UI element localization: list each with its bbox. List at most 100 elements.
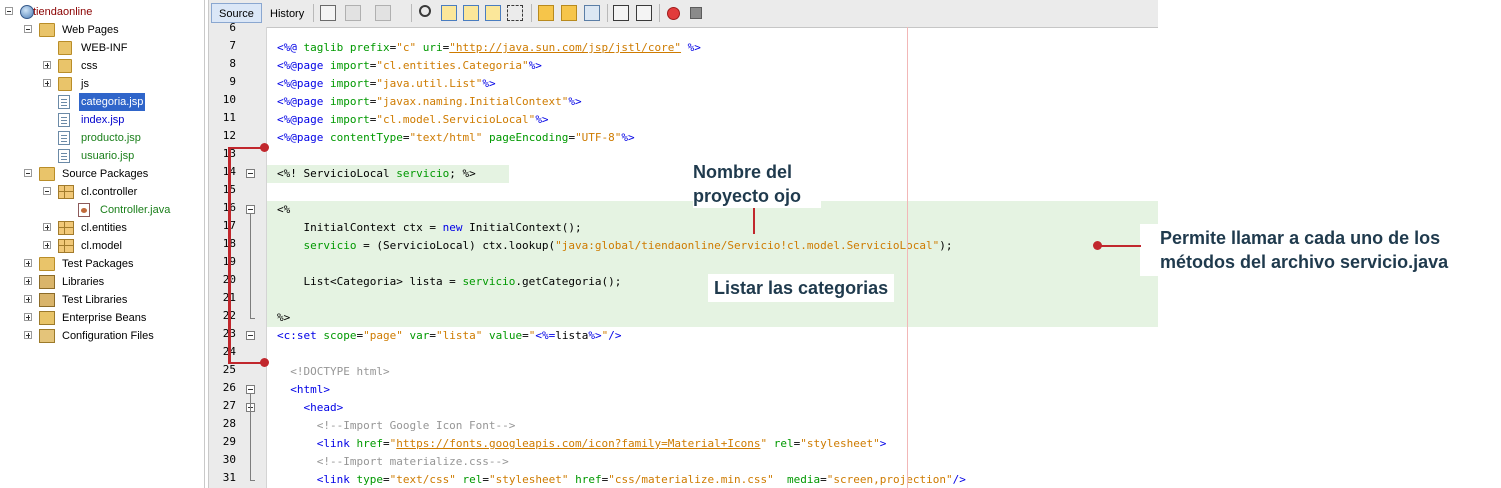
expand-toggle[interactable] — [43, 241, 51, 249]
code-token: "javax.naming.InitialContext" — [376, 95, 569, 108]
code-token: = — [522, 329, 529, 342]
tree-label: Enterprise Beans — [62, 312, 147, 324]
code-area[interactable]: <%@ taglib prefix = "c" uri = "http://java.s… — [267, 27, 1158, 488]
collapse-toggle[interactable] — [43, 187, 51, 195]
toggle-bookmark-icon[interactable] — [584, 5, 600, 21]
tree-node-package[interactable]: cl.model — [0, 237, 204, 255]
find-selection-icon[interactable] — [485, 5, 501, 21]
back-icon[interactable] — [345, 5, 361, 21]
code-token: /> — [952, 473, 966, 486]
tree-node-file[interactable]: index.jsp — [0, 111, 204, 129]
jsp-file-icon — [58, 113, 70, 127]
code-line[interactable]: <!--Import Google Icon Font--> — [277, 417, 516, 435]
code-line[interactable]: List<Categoria> lista = servicio.getCate… — [277, 273, 621, 291]
tree-node-enterprise-beans[interactable]: Enterprise Beans — [0, 309, 204, 327]
code-line[interactable]: <head> — [277, 399, 343, 417]
code-line[interactable]: <%! ServicioLocal servicio; %> — [277, 165, 476, 183]
tree-node-file[interactable]: usuario.jsp — [0, 147, 204, 165]
code-line[interactable]: <html> — [277, 381, 330, 399]
toolbar-separator — [659, 4, 660, 22]
tree-node-libraries[interactable]: Libraries — [0, 273, 204, 291]
expand-toggle[interactable] — [24, 295, 32, 303]
tab-source[interactable]: Source — [211, 3, 262, 23]
code-token: List<Categoria> lista = — [277, 275, 463, 288]
code-token: href — [356, 437, 383, 450]
toggle-highlight-icon[interactable] — [507, 5, 523, 21]
find-icon[interactable] — [419, 5, 431, 17]
collapse-toggle[interactable] — [24, 169, 32, 177]
last-edit-icon[interactable] — [320, 5, 336, 21]
code-token: contentType — [329, 131, 403, 144]
tree-node-file[interactable]: producto.jsp — [0, 129, 204, 147]
bracket-top-dot — [260, 143, 269, 152]
code-token: <link — [277, 473, 357, 486]
code-line[interactable]: <%@page import="cl.model.ServicioLocal"%… — [277, 111, 549, 129]
tree-label: Test Libraries — [62, 294, 128, 306]
line-number: 27 — [222, 399, 236, 412]
annotation-pointer — [1098, 245, 1141, 247]
next-bookmark-icon[interactable] — [561, 5, 577, 21]
expand-toggle[interactable] — [43, 79, 51, 87]
tree-label: index.jsp — [81, 114, 125, 126]
tree-node-css[interactable]: css — [0, 57, 204, 75]
collapse-toggle[interactable] — [24, 25, 32, 33]
library-icon — [39, 293, 55, 307]
find-next-icon[interactable] — [463, 5, 479, 21]
tree-label: producto.jsp — [81, 132, 141, 144]
forward-icon[interactable] — [375, 5, 391, 21]
previous-bookmark-icon[interactable] — [538, 5, 554, 21]
tree-node-file[interactable]: categoria.jsp — [0, 93, 204, 111]
annotation-list-categories: Listar las categorias — [708, 274, 895, 302]
code-line[interactable]: <%@page contentType="text/html" pageEnco… — [277, 129, 635, 147]
code-line[interactable]: <%@page import="cl.entities.Categoria"%> — [277, 57, 542, 75]
code-token: taglib — [303, 41, 350, 54]
code-line[interactable]: <% — [277, 201, 290, 219]
tree-node-configuration-files[interactable]: Configuration Files — [0, 327, 204, 345]
tree-node-file[interactable]: Controller.java — [0, 201, 204, 219]
shift-right-icon[interactable] — [636, 5, 652, 21]
record-macro-icon[interactable] — [667, 7, 680, 20]
tree-node-web-pages[interactable]: Web Pages — [0, 21, 204, 39]
code-token: <% — [277, 203, 291, 216]
code-line[interactable]: <!DOCTYPE html> — [277, 363, 389, 381]
expand-toggle[interactable] — [24, 277, 32, 285]
expand-toggle[interactable] — [24, 313, 32, 321]
shift-left-icon[interactable] — [613, 5, 629, 21]
code-token: "stylesheet" — [800, 437, 880, 450]
tree-node-test-libraries[interactable]: Test Libraries — [0, 291, 204, 309]
code-token: scope — [323, 329, 357, 342]
tree-node-js[interactable]: js — [0, 75, 204, 93]
code-line[interactable]: <%@ taglib prefix="c" uri="http://java.s… — [277, 39, 701, 57]
code-line[interactable]: <link href="https://fonts.googleapis.com… — [277, 435, 887, 453]
fold-collapse-icon[interactable] — [246, 385, 255, 394]
tree-node-package[interactable]: cl.entities — [0, 219, 204, 237]
code-line[interactable]: InitialContext ctx = new InitialContext(… — [277, 219, 581, 237]
code-line[interactable]: servicio = (ServicioLocal) ctx.lookup("j… — [277, 237, 953, 255]
code-line[interactable]: <c:set scope="page" var="lista" value="<… — [277, 327, 621, 345]
expand-toggle[interactable] — [43, 61, 51, 69]
code-token: value — [488, 329, 523, 342]
line-number: 31 — [222, 471, 236, 484]
expand-toggle[interactable] — [24, 331, 32, 339]
stop-macro-icon[interactable] — [690, 7, 702, 19]
tree-node-test-packages[interactable]: Test Packages — [0, 255, 204, 273]
expand-toggle[interactable] — [24, 259, 32, 267]
code-line[interactable]: <%@page import="javax.naming.InitialCont… — [277, 93, 582, 111]
tree-node-source-packages[interactable]: Source Packages — [0, 165, 204, 183]
code-line[interactable]: <link type="text/css" rel="stylesheet" h… — [277, 471, 966, 488]
collapse-toggle[interactable] — [5, 7, 13, 15]
code-line[interactable]: <%@page import="java.util.List"%> — [277, 75, 496, 93]
code-token: pageEncoding — [488, 131, 569, 144]
tree-node-package[interactable]: cl.controller — [0, 183, 204, 201]
find-previous-icon[interactable] — [441, 5, 457, 21]
expand-toggle[interactable] — [43, 223, 51, 231]
line-number: 30 — [222, 453, 236, 466]
tab-history[interactable]: History — [262, 3, 312, 23]
code-token: %> — [535, 113, 549, 126]
code-line[interactable]: %> — [277, 309, 290, 327]
code-token: "css/materialize.min.css" — [608, 473, 774, 486]
code-line[interactable]: <!--Import materialize.css--> — [277, 453, 509, 471]
tree-node-web-inf[interactable]: WEB-INF — [0, 39, 204, 57]
code-token: lista — [555, 329, 589, 342]
tree-node-root[interactable]: tiendaonline — [0, 3, 204, 21]
